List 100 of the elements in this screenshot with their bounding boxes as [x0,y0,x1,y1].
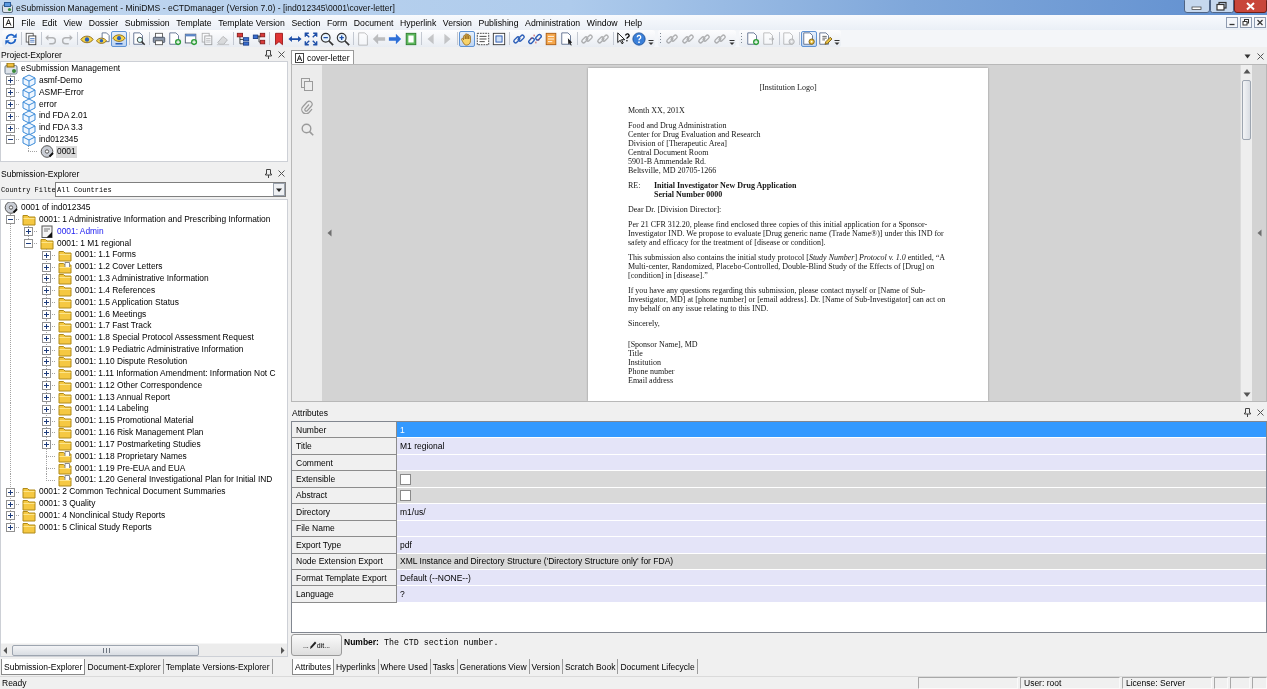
menu-item[interactable]: Document [350,17,397,28]
paperclip-icon[interactable] [301,100,313,114]
expand-icon[interactable] [42,286,51,296]
expand-icon[interactable] [42,440,51,450]
collapse-icon[interactable] [6,215,15,225]
expand-icon[interactable] [42,381,51,391]
scrollbar-thumb[interactable] [1242,80,1251,140]
menu-item[interactable]: Template [173,17,215,28]
arrow-left-icon[interactable] [2,645,9,655]
collapse-icon[interactable] [24,238,33,248]
expand-icon[interactable] [6,511,15,521]
menu-item[interactable]: Publishing [475,17,522,28]
tree-item[interactable]: 0001: 1.16 Risk Management Plan [74,427,205,439]
fullscreen-icon[interactable] [303,30,319,47]
page-cursor-icon[interactable] [559,30,575,47]
expand-icon[interactable] [42,262,51,272]
tree-item[interactable]: 0001: Admin [56,225,105,238]
eye-underline-icon[interactable] [111,30,127,47]
attribute-value[interactable]: ? [397,586,1266,603]
tree-item[interactable]: 0001 of ind012345 [20,202,92,214]
document-menu-icon[interactable] [3,17,14,28]
tree-item[interactable]: ind012345 [38,134,80,146]
page-plus-icon[interactable] [167,30,183,47]
tree-item[interactable]: 0001: 1.8 Special Protocol Assessment Request [74,332,255,345]
expand-icon[interactable] [42,321,51,331]
tree-item[interactable]: 0001: 1.9 Pediatric Administrative Information [74,344,245,356]
tab[interactable]: Where Used [378,659,431,674]
menu-item[interactable]: Submission [121,17,173,28]
expand-icon[interactable] [6,76,15,86]
arrow-right-icon[interactable] [279,645,286,655]
close-icon[interactable] [1257,409,1264,416]
expand-icon[interactable] [6,487,15,497]
page-gear-icon[interactable] [801,30,817,47]
tree-item[interactable]: eSubmission Management [20,63,122,75]
tree-item[interactable]: 0001 [56,145,77,158]
expand-icon[interactable] [6,99,15,109]
tree-item[interactable]: 0001: 2 Common Technical Document Summaries [38,486,227,499]
expand-icon[interactable] [6,123,15,133]
attribute-value[interactable]: M1 regional [397,438,1266,455]
tree-item[interactable]: 0001: 5 Clinical Study Reports [38,521,153,534]
close-icon[interactable] [1254,17,1266,28]
tree-item[interactable]: 0001: 3 Quality [38,498,97,510]
tree-item[interactable]: 0001: 1.5 Application Status [74,296,180,309]
tree-structure-icon[interactable] [251,30,267,47]
restore-icon[interactable] [1210,0,1234,13]
expand-icon[interactable] [42,310,51,319]
tree-item[interactable]: 0001: 1.6 Meetings [74,308,148,321]
triangle-left-icon[interactable] [1256,229,1262,237]
printer-icon[interactable] [151,30,167,47]
expand-icon[interactable] [42,333,51,343]
note-icon[interactable] [543,30,559,47]
attribute-value[interactable]: m1/us/ [397,504,1266,521]
tree-item[interactable]: 0001: 1.7 Fast Track [74,320,153,333]
menu-item[interactable]: Version [439,17,476,28]
pin-icon[interactable] [1244,408,1251,417]
tab[interactable]: Submission-Explorer [1,659,86,675]
tab[interactable]: Hyperlinks [333,659,379,674]
expand-icon[interactable] [42,274,51,284]
menu-item[interactable]: Template Version [214,17,289,28]
arrow-down-icon[interactable] [1242,392,1251,398]
expand-icon[interactable] [6,111,15,121]
hierarchy-icon[interactable] [235,30,251,47]
tree-item[interactable]: 0001: 1.1 Forms [74,249,137,262]
expand-icon[interactable] [42,416,51,426]
expand-icon[interactable] [42,250,51,260]
tree-item[interactable]: 0001: 1.20 General Investigational Plan for Initial IND [74,474,274,487]
menu-item[interactable]: Section [288,17,324,28]
fit-page-icon[interactable] [491,30,507,47]
expand-icon[interactable] [6,88,15,98]
tree-item[interactable]: ASMF-Error [38,86,85,99]
tree-item[interactable]: 0001: 1.2 Cover Letters [74,261,164,274]
tab[interactable]: Scratch Book [562,659,619,674]
tree-item[interactable]: 0001: 1.19 Pre-EUA and EUA [74,462,187,475]
arrow-up-icon[interactable] [1242,68,1251,74]
tree-item[interactable]: 0001: 1.17 Postmarketing Studies [74,438,202,451]
restore-icon[interactable] [1240,17,1252,28]
close-icon[interactable] [278,170,285,177]
square-frame-icon[interactable] [403,30,419,47]
menu-item[interactable]: File [18,17,39,28]
expand-icon[interactable] [6,499,15,509]
tab[interactable]: Version [529,659,563,674]
close-icon[interactable] [1257,52,1264,60]
page-magnifier-icon[interactable] [131,30,147,47]
tree-item[interactable]: asmf-Demo [38,74,84,87]
hand-icon[interactable] [459,30,475,47]
tree-item[interactable]: ind FDA 3.3 [38,122,84,135]
marquee-select-icon[interactable] [475,30,491,47]
expand-icon[interactable] [6,523,15,533]
tab[interactable]: Attributes [292,659,334,675]
tab[interactable]: Template Versions-Explorer [163,659,273,674]
tab[interactable]: Generations View [457,659,530,674]
close-icon[interactable] [1234,0,1267,13]
expand-icon[interactable] [42,345,51,355]
eye-page-icon[interactable] [95,30,111,47]
close-icon[interactable] [278,51,285,58]
tab[interactable]: Document-Explorer [85,659,164,674]
tree-item[interactable]: ind FDA 2.01 [38,110,89,123]
collapse-icon[interactable] [6,135,15,145]
page-edit-icon[interactable] [817,30,833,47]
tree-item[interactable]: 0001: 1.12 Other Correspondence [74,379,204,392]
